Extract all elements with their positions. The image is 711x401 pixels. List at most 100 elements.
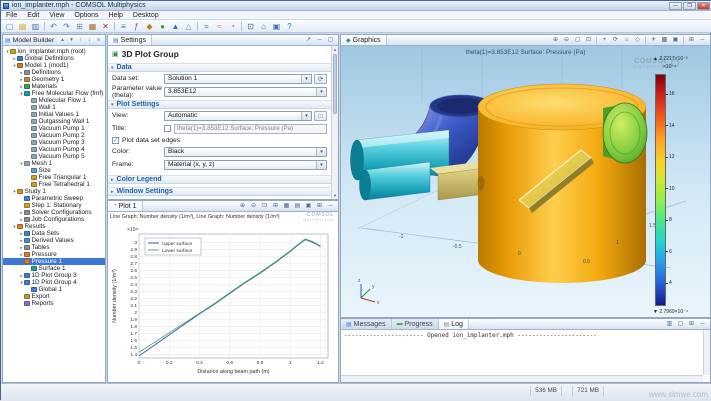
detach-settings-button[interactable]: ↗ [304,36,314,45]
move-up-button[interactable]: ↑ [77,36,85,45]
log-vertical-scrollbar[interactable] [703,330,710,375]
parameter-value-combo[interactable]: 3.853E12 ▾ [164,87,327,97]
go-to-default-view-button[interactable]: ⌂ [622,36,632,45]
tree-item-ion-implanter-mph-root[interactable]: ▾ion_implanter.mph (root) [3,48,105,55]
data-set-combo[interactable]: Solution 1 ▾ [164,74,312,84]
minimize-graphics-window-button[interactable]: ─ [698,36,708,45]
color-combo[interactable]: Black ▾ [164,147,327,157]
tree-item-vacuum-pump-4[interactable]: Vacuum Pump 4 [3,146,105,153]
plot-zoom-in-button[interactable]: ⊕ [238,202,248,211]
refresh-solution-button[interactable]: ⟳ [314,74,327,84]
float-graphics-window-button[interactable]: ⊞ [687,36,697,45]
tree-item-data-sets[interactable]: ▸Data Sets [3,230,105,237]
tab-graphics[interactable]: ◆ Graphics [341,35,387,45]
tree-item-reports[interactable]: Reports [3,300,105,307]
maximize-button[interactable]: ❐ [683,2,696,10]
zoom-extents-button[interactable]: ⊡ [584,36,594,45]
pan-button[interactable]: + [600,36,610,45]
tree-item-molecular-flow-1[interactable]: Molecular Flow 1 [3,97,105,104]
zoom-in-button[interactable]: ⊕ [551,36,561,45]
menu-desktop[interactable]: Desktop [128,12,164,19]
tree-item-wall-1[interactable]: Wall 1 [3,104,105,111]
graphics-canvas[interactable]: -1-0.500.511.5 xyz theta(1)=3.853E12 Sur… [341,46,710,317]
title-checkbox[interactable] [164,125,171,132]
tree-item-vacuum-pump-3[interactable]: Vacuum Pump 3 [3,139,105,146]
zoom-extents-button[interactable]: ⊡ [245,21,257,32]
view-combo[interactable]: Automatic ▾ [164,111,312,121]
parameters-button[interactable]: ≡ [118,21,130,32]
tree-item-outgassing-wall-1[interactable]: Outgassing Wall 1 [3,118,105,125]
menu-view[interactable]: View [44,12,69,19]
tree-item-export[interactable]: Export [3,293,105,300]
materials-button[interactable]: ● [157,21,169,32]
tree-item-global-1[interactable]: Global 1 [3,286,105,293]
tree-item-job-configurations[interactable]: ▸Job Configurations [3,216,105,223]
expand-all-button[interactable]: ▾ [68,36,76,45]
menu-help[interactable]: Help [104,12,128,19]
plot-zoom-out-button[interactable]: ⊖ [249,202,259,211]
settings-scrollbar[interactable]: ▲ ▼ [331,46,338,199]
model-builder-menu-button[interactable]: ≡ [95,36,103,45]
tree-item-free-molecular-flow-fmf[interactable]: ▾Free Molecular Flow (fmf) [3,90,105,97]
paste-button[interactable]: ▦ [87,21,99,32]
image-snapshot-button[interactable]: ▣ [671,36,681,45]
tree-item-pressure[interactable]: ▸Pressure [3,251,105,258]
view-along-axis-button[interactable]: ◇ [633,36,643,45]
tab-messages[interactable]: ▤Messages [341,319,392,329]
collapse-all-button[interactable]: ▴ [59,36,67,45]
tree-item-vacuum-pump-1[interactable]: Vacuum Pump 1 [3,125,105,132]
tree-item-free-triangular-1[interactable]: Free Triangular 1 [3,174,105,181]
section-plot-settings[interactable]: ▾ Plot Settings [108,100,331,109]
tree-item-tables[interactable]: ▸Tables [3,244,105,251]
tree-item-pressure-1[interactable]: ▾Pressure 1 [3,258,105,265]
tree-item-global-definitions[interactable]: ▸Global Definitions [3,55,105,62]
section-data[interactable]: ▾ Data [108,63,331,72]
geometry-button[interactable]: ◆ [144,21,156,32]
tree-item-1d-plot-group-4[interactable]: ▾1D Plot Group 4 [3,279,105,286]
tab-progress[interactable]: ▬Progress [392,319,439,329]
transparency-button[interactable]: ▩ [660,36,670,45]
delete-button[interactable]: ✕ [100,21,112,32]
plot-dataset-edges-checkbox[interactable]: ✓ [112,137,119,144]
tree-item-mesh-1[interactable]: ▾Mesh 1 [3,160,105,167]
view-settings-button[interactable]: ⊡ [314,111,327,121]
save-log-button[interactable]: ▥ [665,320,675,329]
plot-snapshot-button[interactable]: ▣ [304,202,314,211]
plot-axis-limits-button[interactable]: ⊞ [271,202,281,211]
tree-item-size[interactable]: Size [3,167,105,174]
desktop-layout-button[interactable]: ▣ [271,21,283,32]
move-down-button[interactable]: ↓ [86,36,94,45]
section-color-legend[interactable]: ▸ Color Legend [108,175,331,184]
tree-item-results[interactable]: ▾Results [3,223,105,230]
tree-item-parametric-sweep[interactable]: Parametric Sweep [3,195,105,202]
tree-item-study-1[interactable]: ▾Study 1 [3,188,105,195]
default-view-button[interactable]: ⌂ [258,21,270,32]
save-file-button[interactable]: ▥ [30,21,42,32]
float-plot-window-button[interactable]: ⊞ [315,202,325,211]
tab-plot1[interactable]: ◔ Plot 1 [108,201,143,211]
undo-button[interactable]: ↶ [48,21,60,32]
open-file-button[interactable]: ▤ [17,21,29,32]
plot-zoom-extents-button[interactable]: ⊡ [260,202,270,211]
scene-light-button[interactable]: ☀ [649,36,659,45]
tree-item-surface-1[interactable]: Surface 1 [3,265,105,272]
plot-grid-button[interactable]: ▦ [282,202,292,211]
minimize-button[interactable]: — [669,2,682,10]
float-log-window-button[interactable]: ⊞ [687,320,697,329]
minimize-log-window-button[interactable]: ─ [698,320,708,329]
plot-legend-button[interactable]: ▤ [293,202,303,211]
compute-button[interactable]: = [201,21,213,32]
zoom-out-button[interactable]: ⊖ [562,36,572,45]
add-physics-button[interactable]: ▲ [170,21,182,32]
maximize-settings-button[interactable]: ◻ [326,36,336,45]
minimize-plot-window-button[interactable]: ─ [326,202,336,211]
title-field[interactable] [174,124,327,134]
tree-item-vacuum-pump-2[interactable]: Vacuum Pump 2 [3,132,105,139]
tree-item-free-tetrahedral-1[interactable]: Free Tetrahedral 1 [3,181,105,188]
close-button[interactable]: ✕ [697,2,710,10]
tree-item-vacuum-pump-5[interactable]: Vacuum Pump 5 [3,153,105,160]
tab-settings[interactable]: ▤ Settings [108,35,152,45]
tab-log[interactable]: ▤Log [439,319,469,329]
new-file-button[interactable]: ▢ [4,21,16,32]
tree-item-step-1-stationary[interactable]: Step 1: Stationary [3,202,105,209]
